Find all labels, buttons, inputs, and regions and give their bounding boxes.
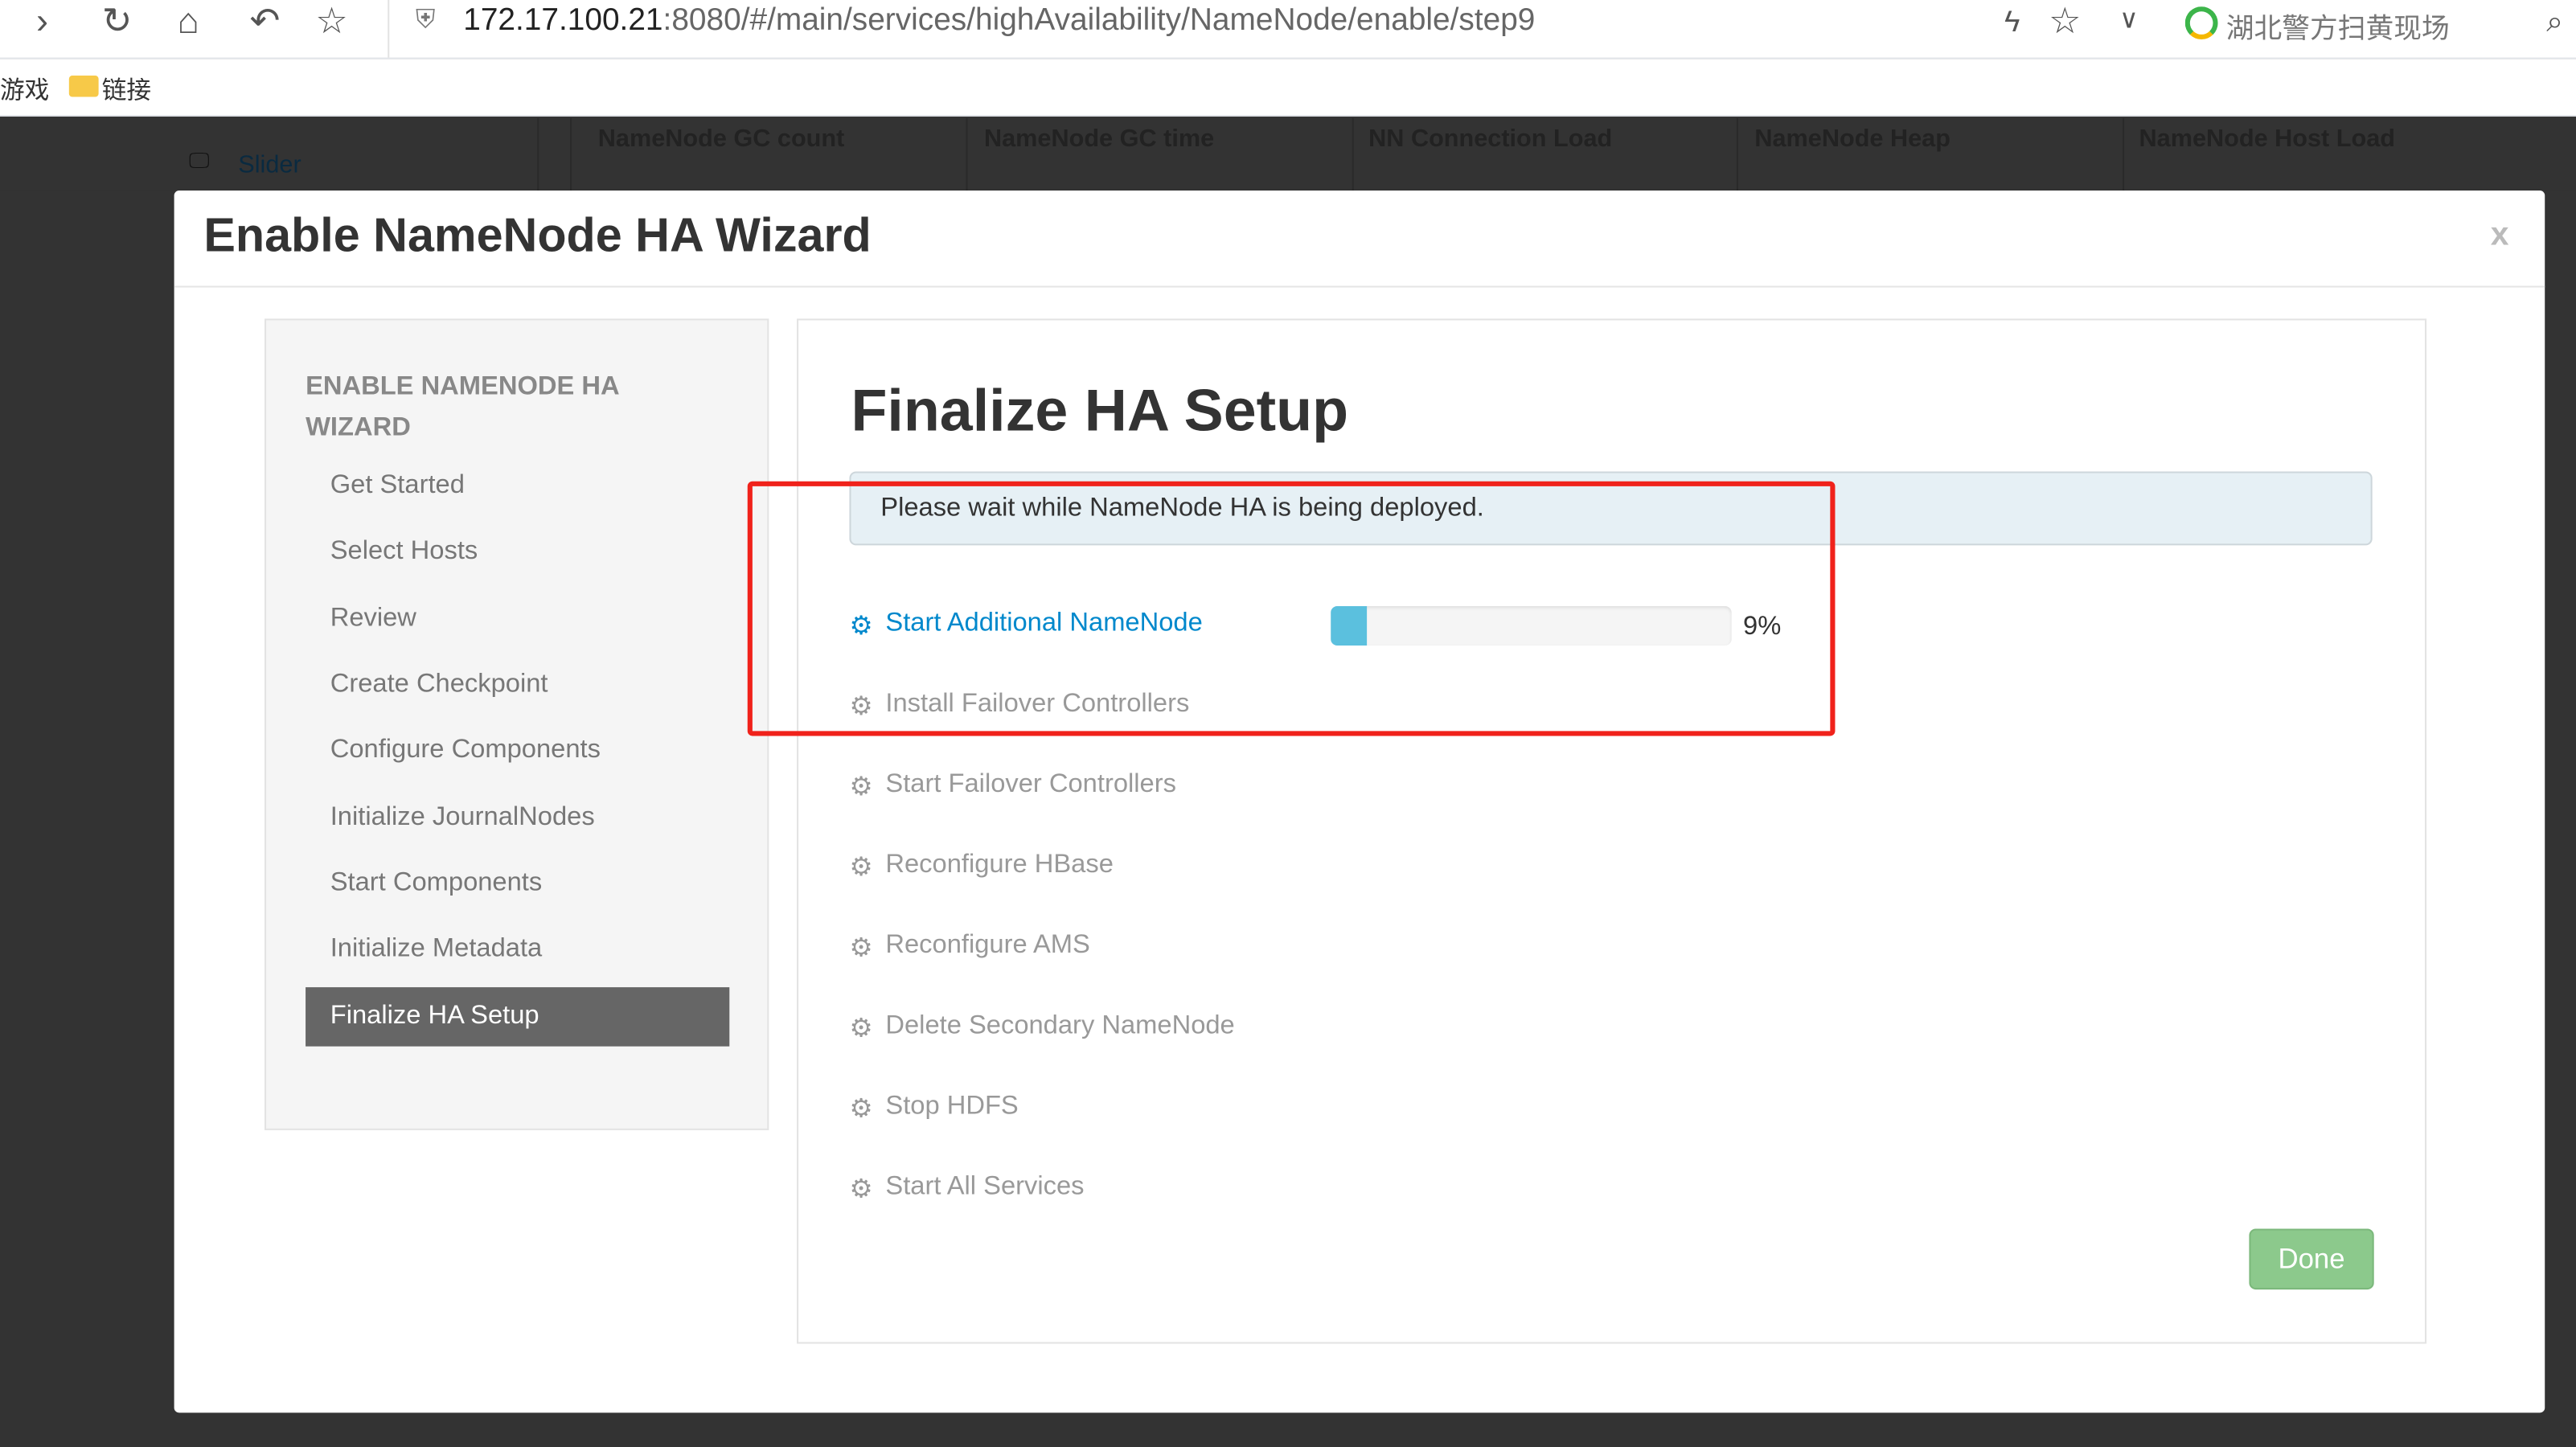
wizard-modal: Enable NameNode HA Wizard x ENABLE NAMEN… (174, 191, 2545, 1413)
task-label: Reconfigure AMS (885, 931, 1090, 960)
gear-icon: ⚙ (849, 1095, 873, 1124)
close-button[interactable]: x (2491, 217, 2509, 255)
task-reconfigure-ams: ⚙ Reconfigure AMS (849, 932, 1089, 965)
step-content: Finalize HA Setup Please wait while Name… (797, 318, 2427, 1344)
search-suggestion[interactable]: 湖北警方扫黄现场 (2226, 5, 2450, 46)
reload-icon[interactable]: ↻ (102, 0, 133, 46)
step-start-components: Start Components (330, 868, 543, 897)
folder-icon (68, 75, 99, 97)
step-select-hosts: Select Hosts (330, 537, 478, 565)
bookmark-star-icon[interactable]: ☆ (315, 0, 347, 46)
task-label: Start All Services (885, 1172, 1085, 1201)
task-label: Stop HDFS (885, 1092, 1019, 1121)
step-review: Review (330, 604, 416, 633)
gear-icon: ⚙ (849, 934, 873, 963)
bookmark-links[interactable]: 链接 (102, 72, 151, 107)
done-button[interactable]: Done (2249, 1228, 2374, 1290)
address-bar[interactable]: 172.17.100.21:8080/#/main/services/highA… (463, 3, 1535, 39)
chevron-down-icon[interactable]: ∨ (2119, 0, 2139, 46)
step-create-checkpoint: Create Checkpoint (330, 670, 548, 699)
task-reconfigure-hbase: ⚙ Reconfigure HBase (849, 851, 1113, 883)
step-initialize-metadata: Initialize Metadata (330, 934, 543, 963)
forward-icon[interactable]: › (36, 0, 48, 46)
widget-title: NameNode Heap (1754, 125, 1950, 154)
step-initialize-journalnodes: Initialize JournalNodes (330, 803, 595, 831)
step-title: Finalize HA Setup (851, 375, 1349, 444)
url-path: :8080/#/main/services/highAvailability/N… (662, 3, 1536, 38)
step-get-started: Get Started (330, 471, 465, 500)
gear-icon: ⚙ (849, 854, 873, 883)
gear-icon: ⚙ (849, 1176, 873, 1204)
lightning-icon[interactable]: ϟ (2004, 0, 2020, 46)
widget-title: NameNode GC time (983, 125, 1215, 154)
task-delete-secondary-namenode: ⚙ Delete Secondary NameNode (849, 1012, 1234, 1045)
favorite-star-icon[interactable]: ☆ (2049, 0, 2081, 46)
shield-icon: ⛨ (415, 6, 436, 35)
browser-toolbar: › ↻ ⌂ ↶ ☆ ⛨ 172.17.100.21:8080/#/main/se… (0, 0, 2576, 59)
search-engine-icon (2184, 6, 2218, 40)
home-icon[interactable]: ⌂ (178, 0, 199, 46)
bookmark-games[interactable]: 游戏 (0, 72, 49, 107)
task-start-failover-controllers: ⚙ Start Failover Controllers (849, 770, 1176, 803)
widget-title: NameNode GC count (597, 125, 845, 154)
wizard-steps-sidebar: ENABLE NAMENODE HA WIZARD Get Started Se… (264, 318, 769, 1130)
step-configure-components: Configure Components (330, 736, 601, 764)
task-label: Delete Secondary NameNode (885, 1011, 1235, 1040)
slider-label: Slider (238, 150, 301, 179)
gear-icon: ⚙ (849, 773, 873, 802)
bookmarks-bar: 游戏 链接 (0, 59, 2576, 117)
undo-icon[interactable]: ↶ (250, 0, 281, 46)
widget-title: NameNode Host Load (2139, 125, 2395, 154)
task-label: Reconfigure HBase (885, 851, 1114, 879)
annotation-highlight-box (747, 481, 1836, 736)
divider (174, 285, 2545, 288)
search-icon[interactable]: ⌕ (2546, 0, 2563, 46)
task-start-all-services: ⚙ Start All Services (849, 1173, 1084, 1206)
gear-icon: ⚙ (849, 1015, 873, 1043)
widget-title: NN Connection Load (1368, 125, 1613, 154)
modal-title: Enable NameNode HA Wizard (203, 210, 872, 263)
desktop-icon: 🖵 (188, 147, 210, 173)
task-stop-hdfs: ⚙ Stop HDFS (849, 1092, 1018, 1125)
task-label: Start Failover Controllers (885, 770, 1176, 799)
step-finalize-ha-setup: Finalize HA Setup (306, 987, 730, 1047)
url-host: 172.17.100.21 (463, 3, 663, 38)
sidebar-heading: ENABLE NAMENODE HA WIZARD (306, 372, 619, 442)
